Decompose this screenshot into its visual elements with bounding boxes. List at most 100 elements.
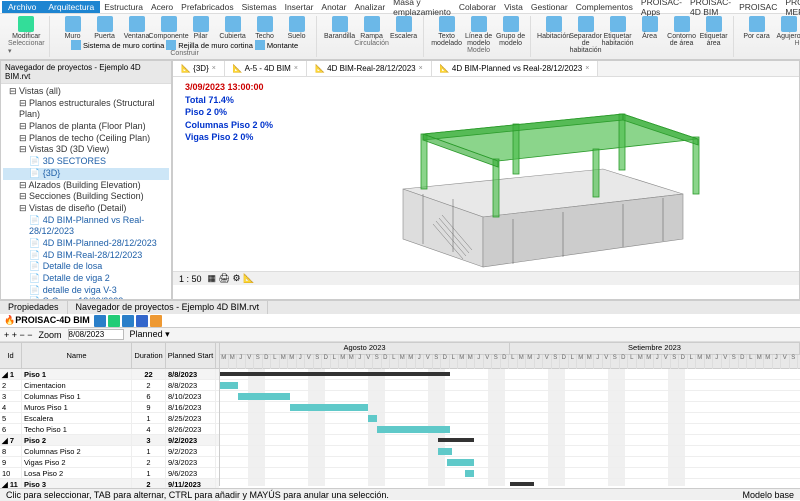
view-tab[interactable]: 📐 A-5 - 4D BIM ×	[225, 61, 307, 76]
gantt-row	[220, 413, 800, 424]
tree-node[interactable]: 📄 4D BIM-Real-28/12/2023	[3, 250, 169, 262]
tree-node[interactable]: 📄 {3D}	[3, 168, 169, 180]
table-row[interactable]: 4Muros Piso 198/16/2023	[0, 402, 219, 413]
ribbon-btn[interactable]: Texto modelado	[432, 16, 462, 47]
ribbon-btn[interactable]: Componente	[154, 16, 184, 40]
browser-bottom-tabs[interactable]: Propiedades Navegador de proyectos - Eje…	[0, 300, 800, 314]
menu-item[interactable]: Estructura	[100, 2, 147, 12]
prev-button[interactable]	[94, 315, 106, 327]
viewport[interactable]: 📐 {3D} ×📐 A-5 - 4D BIM ×📐 4D BIM-Real-28…	[172, 60, 800, 300]
menu-item[interactable]: PROISAC	[735, 2, 781, 12]
ribbon-btn[interactable]: Suelo	[282, 16, 312, 40]
ribbon-btn[interactable]: Agujero	[774, 16, 800, 40]
ribbon-btn[interactable]: Por cara	[742, 16, 772, 40]
menu-file[interactable]: Archivo	[2, 1, 42, 13]
ribbon-btn[interactable]: Grupo de modelo	[496, 16, 526, 47]
date-input[interactable]	[68, 329, 124, 340]
menu-active-tab[interactable]: Arquitectura	[42, 1, 100, 13]
tree-node[interactable]: ⊟ Vistas de diseño (Detail)	[3, 203, 169, 215]
view-tab[interactable]: 📐 4D BIM-Planned vs Real-28/12/2023 ×	[432, 61, 599, 76]
tab-browser[interactable]: Navegador de proyectos - Ejemplo 4D BIM.…	[68, 301, 269, 314]
ribbon-btn[interactable]: Sistema de muro cortina	[71, 40, 164, 50]
table-row[interactable]: 10Losa Piso 219/6/2023	[0, 468, 219, 479]
menu-item[interactable]: PROISAC-MEP	[781, 0, 800, 17]
close-icon[interactable]: ×	[585, 65, 589, 72]
ribbon-btn[interactable]: Separador de habitación	[571, 16, 601, 54]
close-icon[interactable]: ×	[419, 65, 423, 72]
ribbon-btn[interactable]: Etiquetar área	[699, 16, 729, 54]
ribbon-btn[interactable]: Línea de modelo	[464, 16, 494, 47]
tab-properties[interactable]: Propiedades	[0, 301, 68, 314]
project-browser[interactable]: Navegador de proyectos - Ejemplo 4D BIM.…	[0, 60, 172, 300]
ribbon-btn[interactable]: Contorno de área	[667, 16, 697, 54]
tree-node[interactable]: 📄 4D BIM-Planned-28/12/2023	[3, 238, 169, 250]
tree-node[interactable]: ⊟ Vistas 3D (3D View)	[3, 144, 169, 156]
tree-node[interactable]: 📄 S-Curve 13/09/2023	[3, 296, 169, 300]
ribbon-btn[interactable]: Techo	[250, 16, 280, 40]
menu-item[interactable]: Complementos	[572, 2, 637, 12]
play-button[interactable]	[108, 315, 120, 327]
tree-node[interactable]: 📄 Detalle de viga 2	[3, 273, 169, 285]
gantt-row	[220, 391, 800, 402]
gantt-row	[220, 468, 800, 479]
ribbon-btn[interactable]: Cubierta	[218, 16, 248, 40]
tree-node[interactable]: 📄 Detalle de losa	[3, 261, 169, 273]
3d-canvas[interactable]: 3/09/2023 13:00:00 Total 71.4%Piso 2 0%C…	[173, 77, 799, 285]
view-tab[interactable]: 📐 {3D} ×	[173, 61, 225, 76]
ribbon-btn[interactable]: Pilar	[186, 16, 216, 40]
gantt-chart[interactable]: Id Name Duration Planned Start ◢ 1Piso 1…	[0, 342, 800, 486]
menu-item[interactable]: Analizar	[350, 2, 389, 12]
menu-item[interactable]: Prefabricados	[177, 2, 237, 12]
menu-item[interactable]: Colaborar	[455, 2, 500, 12]
tree-node[interactable]: ⊟ Alzados (Building Elevation)	[3, 180, 169, 192]
ribbon-btn[interactable]: Montante	[255, 40, 298, 50]
close-icon[interactable]: ×	[212, 65, 216, 72]
next-button[interactable]	[122, 315, 134, 327]
ribbon-btn[interactable]: Muro	[58, 16, 88, 40]
tree-node[interactable]: 📄 3D SECTORES	[3, 156, 169, 168]
menu-item[interactable]: Gestionar	[527, 2, 572, 12]
gantt-row	[220, 424, 800, 435]
ribbon-btn[interactable]: Barandilla	[325, 16, 355, 40]
tree-node[interactable]: 📄 4D BIM-Planned vs Real-28/12/2023	[3, 215, 169, 238]
menu-item[interactable]: Insertar	[281, 2, 318, 12]
tree-node[interactable]: 📄 detalle de viga V-3	[3, 285, 169, 297]
table-row[interactable]: 5Escalera18/25/2023	[0, 413, 219, 424]
table-row[interactable]: ◢ 1Piso 1228/8/2023	[0, 369, 219, 380]
menu-item[interactable]: Sistemas	[238, 2, 281, 12]
gantt-toolbar: + + − − Zoom Planned ▾	[0, 328, 800, 342]
stop-button[interactable]	[136, 315, 148, 327]
menu-item[interactable]: PROISAC-Apps	[637, 0, 686, 17]
table-row[interactable]: 6Techo Piso 148/26/2023	[0, 424, 219, 435]
ribbon-btn[interactable]: Área	[635, 16, 665, 54]
tree-node[interactable]: ⊟ Vistas (all)	[3, 86, 169, 98]
playback-controls[interactable]	[94, 315, 162, 327]
tree-node[interactable]: ⊟ Planos de planta (Floor Plan)	[3, 121, 169, 133]
ribbon-btn[interactable]: Habitación	[539, 16, 569, 54]
ribbon-btn[interactable]: Etiquetar habitación	[603, 16, 633, 54]
table-row[interactable]: 8Columnas Piso 219/2/2023	[0, 446, 219, 457]
close-icon[interactable]: ×	[294, 65, 298, 72]
menu-item[interactable]: Acero	[147, 2, 177, 12]
table-row[interactable]: 9Vigas Piso 229/3/2023	[0, 457, 219, 468]
modify-button[interactable]: Modificar	[11, 16, 41, 40]
ribbon-btn[interactable]: Rejilla de muro cortina	[166, 40, 253, 50]
menu-item[interactable]: Anotar	[317, 2, 350, 12]
tree-node[interactable]: ⊟ Secciones (Building Section)	[3, 191, 169, 203]
ribbon-btn[interactable]: Escalera	[389, 16, 419, 40]
menu-item[interactable]: Vista	[500, 2, 527, 12]
browser-title: Navegador de proyectos - Ejemplo 4D BIM.…	[1, 61, 171, 84]
view-tab[interactable]: 📐 4D BIM-Real-28/12/2023 ×	[307, 61, 432, 76]
table-row[interactable]: 2Cimentacion28/8/2023	[0, 380, 219, 391]
ribbon-btn[interactable]: Rampa	[357, 16, 387, 40]
menu-item[interactable]: PROISAC-4D BIM	[686, 0, 735, 17]
table-row[interactable]: 3Columnas Piso 168/10/2023	[0, 391, 219, 402]
tree-node[interactable]: ⊟ Planos de techo (Ceiling Plan)	[3, 133, 169, 145]
menu-item[interactable]: Masa y emplazamiento	[389, 0, 455, 17]
ribbon-btn[interactable]: Ventana	[122, 16, 152, 40]
planned-dropdown[interactable]: Planned ▾	[130, 329, 170, 340]
ribbon-btn[interactable]: Puerta	[90, 16, 120, 40]
table-row[interactable]: ◢ 7Piso 239/2/2023	[0, 435, 219, 446]
refresh-button[interactable]	[150, 315, 162, 327]
tree-node[interactable]: ⊟ Planos estructurales (Structural Plan)	[3, 98, 169, 121]
